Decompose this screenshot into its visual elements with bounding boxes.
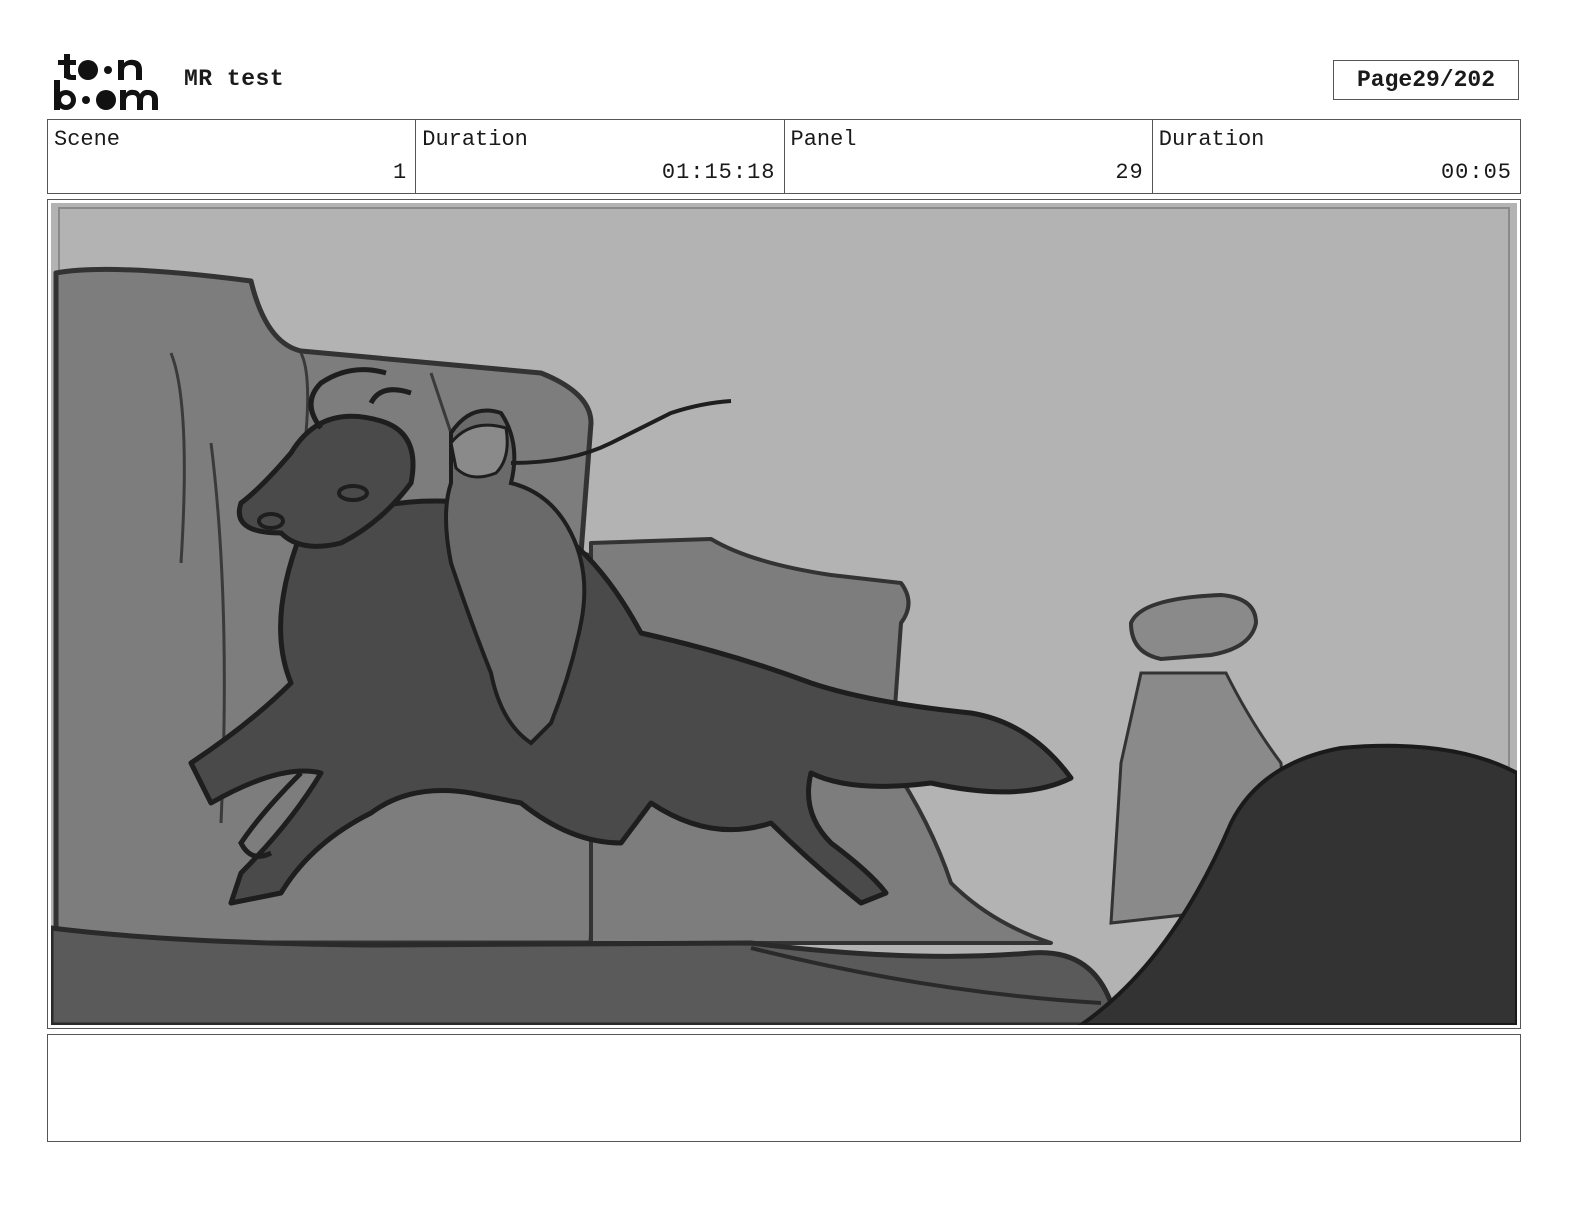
- scene-value: 1: [393, 160, 408, 185]
- panel-duration-label: Duration: [1158, 127, 1265, 152]
- scene-label: Scene: [54, 127, 121, 152]
- page-number: 29/202: [1412, 67, 1496, 93]
- panel-notes: [47, 1034, 1521, 1142]
- scene-info-table: Scene 1 Duration 01:15:18 Panel 29 Durat…: [47, 119, 1521, 194]
- page-label: Page: [1356, 67, 1413, 93]
- storyboard-sketch: [51, 203, 1517, 1025]
- panel-duration-cell: Duration 00:05: [1153, 120, 1520, 193]
- scene-duration-label: Duration: [422, 127, 528, 152]
- panel-cell: Panel 29: [785, 120, 1153, 193]
- page-indicator: Page 29/202: [1333, 60, 1519, 100]
- storyboard-panel: [47, 199, 1521, 1029]
- toonboom-logo: [54, 54, 158, 110]
- panel-label: Panel: [790, 127, 857, 152]
- scene-duration-value: 01:15:18: [661, 160, 776, 185]
- panel-duration-value: 00:05: [1440, 160, 1512, 185]
- panel-value: 29: [1115, 160, 1144, 185]
- scene-cell: Scene 1: [48, 120, 417, 193]
- scene-duration-cell: Duration 01:15:18: [416, 120, 785, 193]
- project-title: MR test: [184, 66, 285, 92]
